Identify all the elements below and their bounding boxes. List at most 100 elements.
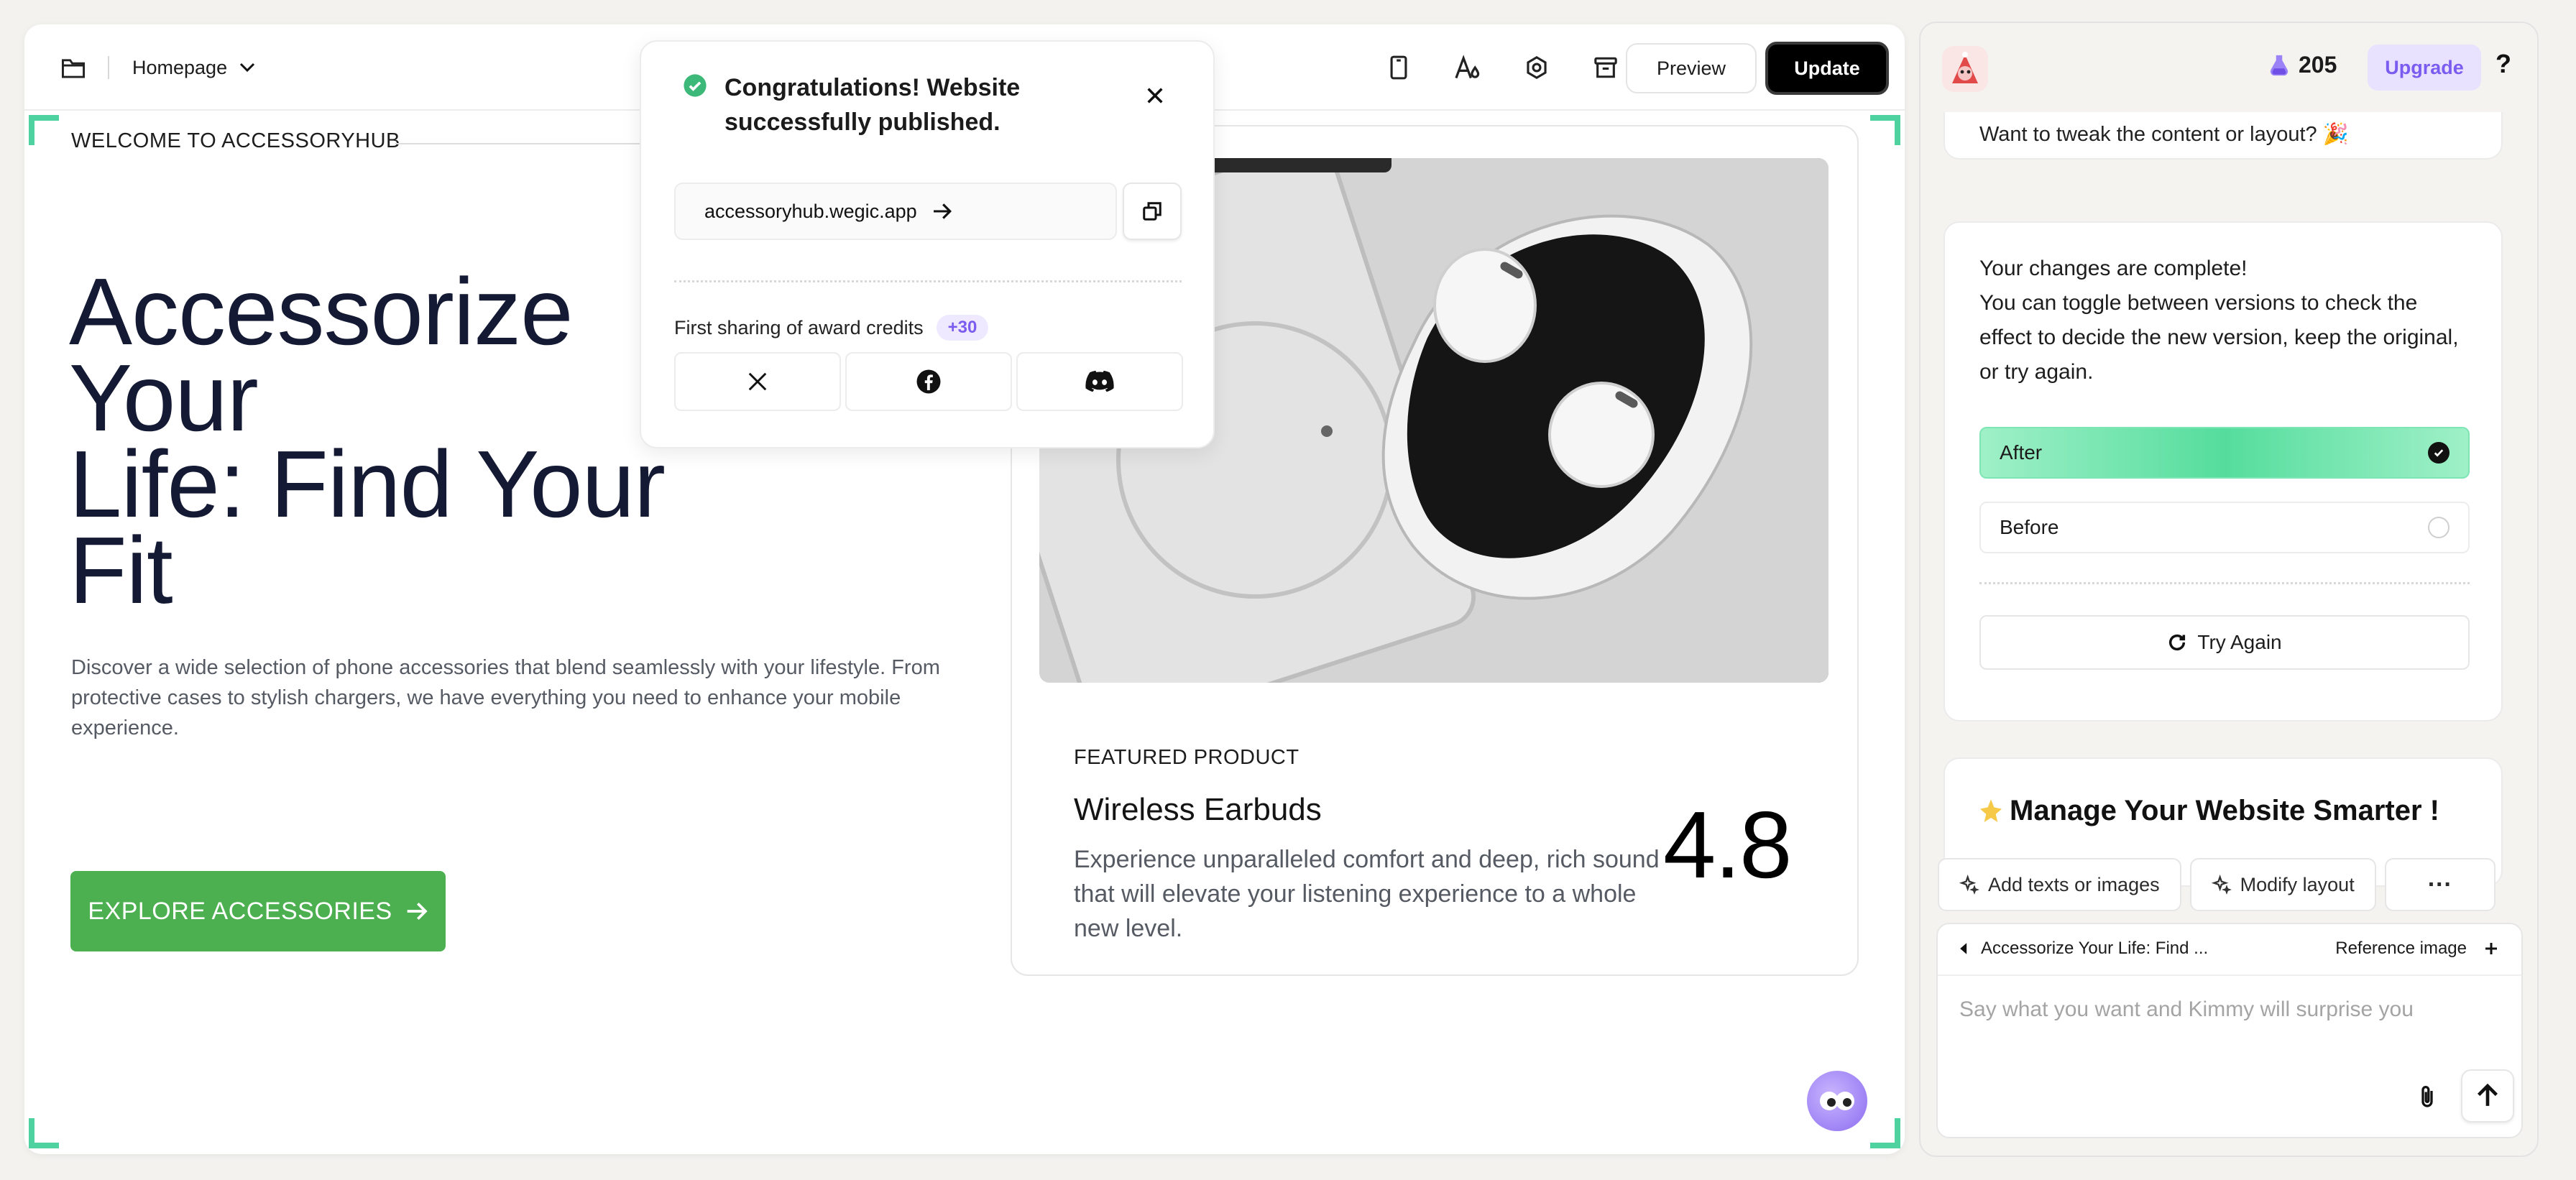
try-again-label: Try Again [2197,631,2282,653]
user-avatar[interactable] [1942,46,1988,92]
page-selector[interactable]: Homepage [132,46,256,89]
publish-success-popup: Congratulations! Website successfully pu… [640,40,1215,448]
selection-corner-top-left [29,115,59,145]
preview-button[interactable]: Preview [1626,43,1757,93]
share-credits-badge: +30 [936,315,989,341]
mobile-view-button[interactable] [1377,46,1420,89]
facebook-icon [916,369,941,394]
manage-website-text: Manage Your Website Smarter ! [2010,795,2439,826]
settings-icon [1527,56,1547,79]
version-option-after[interactable]: After [1979,427,2470,479]
plus-icon [2485,943,2497,954]
version-option-before[interactable]: Before [1979,502,2470,553]
chat-message-line: Your changes are complete! [1979,257,2248,280]
featured-product-description: Experience unparalleled comfort and deep… [1074,846,1660,942]
chip-label: Modify layout [2240,873,2355,895]
attach-file-button[interactable] [2408,1078,2447,1117]
sparkle-icon [2211,875,2232,895]
close-icon [1147,88,1163,103]
composer-context-bar: Accessorize Your Life: Find ... Referenc… [1938,924,2521,976]
hero-title-line: Accessorize Your [69,259,574,451]
cta-label: EXPLORE ACCESSORIES [88,897,392,925]
hero-title-line: Life: Find Your [69,431,666,537]
copy-url-button[interactable] [1123,183,1182,240]
reference-image-label: Reference image [2335,939,2467,958]
add-texts-images-chip[interactable]: Add texts or images [1938,858,2181,911]
credits-value: 205 [2299,52,2337,78]
hero-description: Discover a wide selection of phone acces… [71,656,940,739]
arrow-right-icon [407,903,428,920]
selection-corner-bottom-left [29,1118,59,1148]
message-input[interactable] [1959,997,2491,1022]
archive-button[interactable] [1584,46,1627,89]
paperclip-icon [2421,1085,2433,1107]
discord-icon [1085,370,1114,392]
radio-checked-icon [2428,442,2450,464]
featured-label: FEATURED PRODUCT [1074,746,1300,769]
context-reference-label: Accessorize Your Life: Find ... [1981,939,2209,958]
font-style-button[interactable] [1446,46,1489,89]
hero-title: Accessorize Your Life: Find Your Fit [69,259,716,623]
avatar-mascot-icon [1952,52,1978,83]
more-actions-chip[interactable]: ··· [2384,858,2496,911]
share-x-button[interactable] [674,352,841,411]
chat-message-text: Want to tweak the content or layout? 🎉 [1979,123,2349,146]
version-option-label: After [2000,441,2043,464]
more-icon: ··· [2427,870,2452,898]
modify-layout-chip[interactable]: Modify layout [2189,858,2376,911]
toolbar-divider [108,56,109,79]
context-reference[interactable]: Accessorize Your Life: Find ... [1958,939,2208,959]
chevron-down-icon [240,63,255,73]
font-style-icon [1455,55,1480,79]
caret-left-icon [1960,943,1967,954]
published-url: accessoryhub.wegic.app [704,200,917,222]
send-message-button[interactable] [2461,1069,2514,1123]
selection-corner-top-right [1870,115,1900,145]
message-composer: Accessorize Your Life: Find ... Referenc… [1936,923,2523,1138]
archive-icon [1594,57,1617,78]
help-button[interactable]: ? [2496,49,2511,79]
close-popup-button[interactable] [1138,79,1172,112]
potion-icon [2270,55,2288,75]
folder-button[interactable] [55,49,92,86]
hero-title-line: Fit [69,517,173,623]
explore-accessories-button[interactable]: EXPLORE ACCESSORIES [70,871,446,951]
featured-product-name: Wireless Earbuds [1074,792,1322,827]
arrow-up-icon [2477,1084,2498,1106]
chip-label: Add texts or images [1988,873,2160,895]
share-credits-text: First sharing of award credits [674,316,924,338]
check-circle-icon [684,74,707,97]
quick-action-chips: Add texts or images Modify layout ··· [1938,858,2496,911]
welcome-eyebrow: WELCOME TO ACCESSORYHUB [71,129,400,152]
assistant-mascot-button[interactable] [1807,1071,1867,1131]
folder-icon [62,59,85,78]
featured-rating: 4.8 [1663,792,1792,898]
chat-message-text: Your changes are complete! You can toggl… [1979,252,2475,390]
sparkle-star-icon [1980,798,2002,822]
page-selector-label: Homepage [132,56,228,78]
share-facebook-button[interactable] [845,352,1012,411]
reference-image-button[interactable]: Reference image [2335,939,2498,959]
radio-unchecked-icon [2428,517,2450,538]
card-divider [1979,582,2470,584]
mascot-eyes-icon [1820,1092,1854,1110]
update-button[interactable]: Update [1765,42,1889,95]
refresh-icon [2169,634,2186,651]
share-credits-row: First sharing of award credits +30 [674,315,989,341]
mobile-icon [1390,55,1407,80]
popup-title: Congratulations! Website successfully pu… [724,74,1021,136]
credits-counter: 205 [2268,52,2337,78]
panel-header: 205 Upgrade ? [1920,23,2537,112]
manage-website-title: Manage Your Website Smarter ! [1977,795,2439,827]
try-again-button[interactable]: Try Again [1979,615,2470,670]
published-url-link[interactable]: accessoryhub.wegic.app [674,183,1117,240]
arrow-right-icon [933,203,952,219]
upgrade-button[interactable]: Upgrade [2368,45,2481,91]
x-icon [748,372,767,391]
sparkle-icon [1959,875,1979,895]
copy-icon [1143,202,1162,221]
settings-button[interactable] [1515,46,1558,89]
popup-divider [674,280,1182,282]
assistant-chat-panel: Want to tweak the content or layout? 🎉 2… [1919,22,2539,1157]
share-discord-button[interactable] [1016,352,1183,411]
